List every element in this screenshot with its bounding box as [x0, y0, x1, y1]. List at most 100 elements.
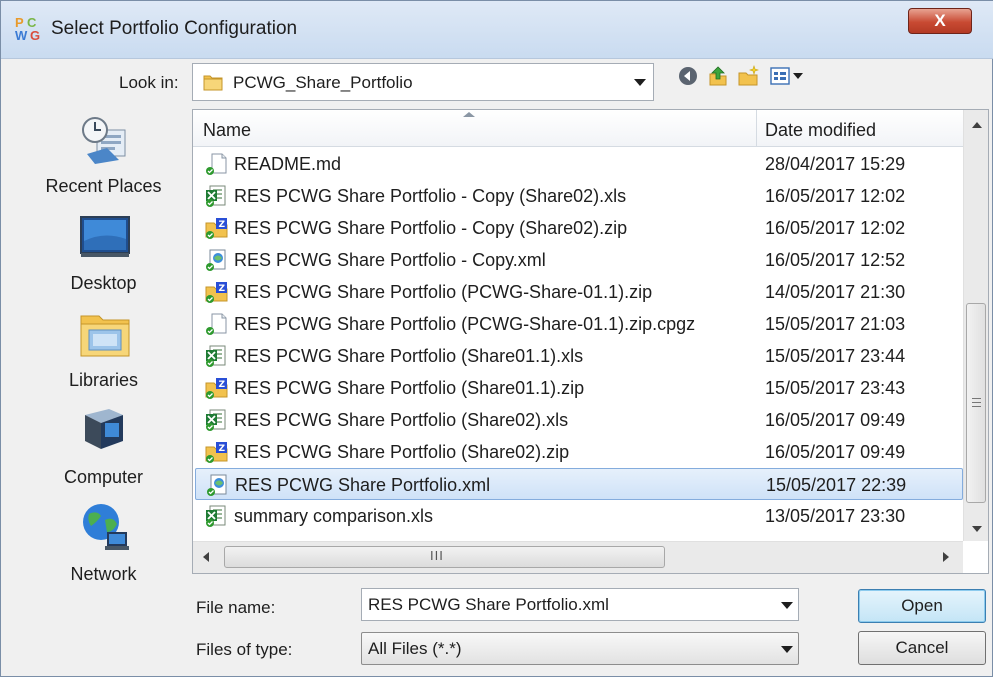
column-header: Name Date modified [193, 110, 963, 147]
chevron-down-icon[interactable] [634, 79, 646, 86]
file-row[interactable]: RES PCWG Share Portfolio - Copy.xml 16/05… [195, 244, 963, 276]
place-label: Libraries [68, 370, 139, 390]
file-row[interactable]: Z RES PCWG Share Portfolio (Share01.1).zi… [195, 372, 963, 404]
chevron-down-icon[interactable] [781, 646, 793, 653]
file-row[interactable]: Z RES PCWG Share Portfolio - Copy (Share0… [195, 212, 963, 244]
place-recent-places[interactable]: Recent Places [21, 106, 186, 201]
scroll-right-icon[interactable] [943, 552, 949, 562]
zip-file-icon: Z [205, 282, 228, 303]
place-desktop[interactable]: Desktop [21, 203, 186, 298]
lookin-value: PCWG_Share_Portfolio [233, 73, 413, 92]
title-bar[interactable]: P C W G Select Portfolio Configuration X [1, 1, 993, 59]
excel-file-icon [206, 345, 226, 367]
file-name: RES PCWG Share Portfolio (PCWG-Share-01.… [234, 282, 653, 302]
file-date: 13/05/2017 23:30 [765, 506, 906, 526]
file-name: RES PCWG Share Portfolio (Share02).xls [234, 410, 569, 430]
file-row[interactable]: RES PCWG Share Portfolio (PCWG-Share-01.… [195, 308, 963, 340]
file-date: 14/05/2017 21:30 [765, 282, 906, 302]
file-name: RES PCWG Share Portfolio.xml [235, 475, 491, 495]
chevron-down-icon[interactable] [781, 602, 793, 609]
file-row[interactable]: RES PCWG Share Portfolio - Copy (Share02… [195, 180, 963, 212]
file-row-selected[interactable]: RES PCWG Share Portfolio.xml 15/05/2017 2… [195, 468, 963, 500]
recent-places-icon [82, 117, 126, 164]
file-row[interactable]: README.md 28/04/2017 15:29 [195, 148, 963, 180]
new-folder-icon[interactable] [737, 65, 759, 87]
zip-file-icon: Z [205, 218, 228, 239]
file-name: RES PCWG Share Portfolio - Copy.xml [234, 250, 546, 270]
place-label: Computer [63, 467, 144, 487]
view-menu-icon[interactable] [769, 65, 809, 87]
file-row[interactable]: summary comparison.xls 13/05/2017 23:30 [195, 500, 963, 532]
select-portfolio-dialog: P C W G Select Portfolio Configuration X… [0, 0, 993, 677]
generic-file-icon [206, 153, 227, 175]
horizontal-scroll-thumb[interactable]: III [224, 546, 665, 568]
pcwg-app-icon: P C W G [15, 15, 41, 43]
file-name: RES PCWG Share Portfolio - Copy (Share02… [234, 186, 627, 206]
file-date: 16/05/2017 09:49 [765, 410, 906, 430]
place-label: Desktop [70, 273, 137, 293]
filetype-value: All Files (*.*) [368, 639, 462, 658]
column-name-header[interactable]: Name [203, 120, 251, 141]
file-name: RES PCWG Share Portfolio (Share01.1).zip [234, 378, 585, 398]
filename-combo[interactable]: RES PCWG Share Portfolio.xml [361, 588, 799, 621]
file-name: RES PCWG Share Portfolio - Copy (Share02… [234, 218, 628, 238]
svg-text:Z: Z [219, 220, 226, 230]
grip-line [972, 398, 981, 399]
cancel-button[interactable]: Cancel [858, 631, 986, 665]
scroll-left-icon[interactable] [203, 552, 209, 562]
column-separator[interactable] [756, 110, 757, 147]
libraries-icon [80, 315, 130, 357]
place-libraries[interactable]: Libraries [21, 300, 186, 395]
open-button[interactable]: Open [858, 589, 986, 623]
vertical-scrollbar[interactable] [963, 110, 988, 541]
horizontal-scrollbar[interactable]: III [193, 541, 963, 573]
file-date: 15/05/2017 22:39 [766, 475, 907, 495]
file-date: 15/05/2017 23:43 [765, 378, 906, 398]
svg-text:Z: Z [219, 284, 226, 294]
file-list[interactable]: Name Date modified README.md 28/04/2017 1… [192, 109, 989, 574]
column-date-header[interactable]: Date modified [765, 120, 876, 141]
window-title: Select Portfolio Configuration [51, 18, 298, 39]
zip-file-icon: Z [205, 378, 228, 399]
file-name: README.md [234, 154, 342, 174]
scroll-grip-text: III [430, 548, 444, 563]
back-icon[interactable] [677, 65, 699, 87]
file-row[interactable]: RES PCWG Share Portfolio (Share01.1).xls… [195, 340, 963, 372]
network-icon [83, 504, 129, 550]
place-computer[interactable]: Computer [21, 397, 186, 492]
places-bar: Recent Places Desktop Libraries Computer… [21, 106, 186, 601]
grip-line [972, 406, 981, 407]
filename-input[interactable]: RES PCWG Share Portfolio.xml [368, 595, 609, 615]
vertical-scroll-thumb[interactable] [966, 303, 986, 503]
computer-icon [85, 409, 123, 449]
xml-file-icon [207, 474, 227, 496]
xml-file-icon [206, 249, 226, 271]
grip-line [972, 402, 981, 403]
scroll-down-icon[interactable] [972, 526, 982, 532]
up-folder-icon[interactable] [707, 65, 729, 87]
place-label: Network [70, 564, 137, 584]
file-name: summary comparison.xls [234, 506, 434, 526]
filetype-label: Files of type: [196, 640, 293, 659]
file-date: 16/05/2017 12:02 [765, 186, 906, 206]
close-button[interactable]: X [908, 8, 972, 34]
file-date: 15/05/2017 21:03 [765, 314, 906, 334]
filename-label: File name: [196, 598, 276, 617]
file-date: 15/05/2017 23:44 [765, 346, 906, 366]
file-row[interactable]: RES PCWG Share Portfolio (Share02).xls 16… [195, 404, 963, 436]
folder-icon [203, 75, 223, 91]
file-date: 28/04/2017 15:29 [765, 154, 906, 174]
filetype-select[interactable]: All Files (*.*) [361, 632, 799, 665]
file-row[interactable]: Z RES PCWG Share Portfolio (Share02).zip 1… [195, 436, 963, 468]
sort-ascending-icon [463, 112, 475, 117]
file-row[interactable]: Z RES PCWG Share Portfolio (PCWG-Share-01… [195, 276, 963, 308]
svg-text:Z: Z [219, 380, 226, 390]
place-network[interactable]: Network [21, 494, 186, 589]
zip-file-icon: Z [205, 442, 228, 463]
excel-file-icon [206, 409, 226, 431]
scroll-up-icon[interactable] [972, 122, 982, 128]
place-label: Recent Places [45, 176, 162, 196]
svg-text:Z: Z [219, 444, 226, 454]
lookin-combo[interactable]: PCWG_Share_Portfolio [192, 63, 654, 101]
file-name: RES PCWG Share Portfolio (Share02).zip [234, 442, 570, 462]
